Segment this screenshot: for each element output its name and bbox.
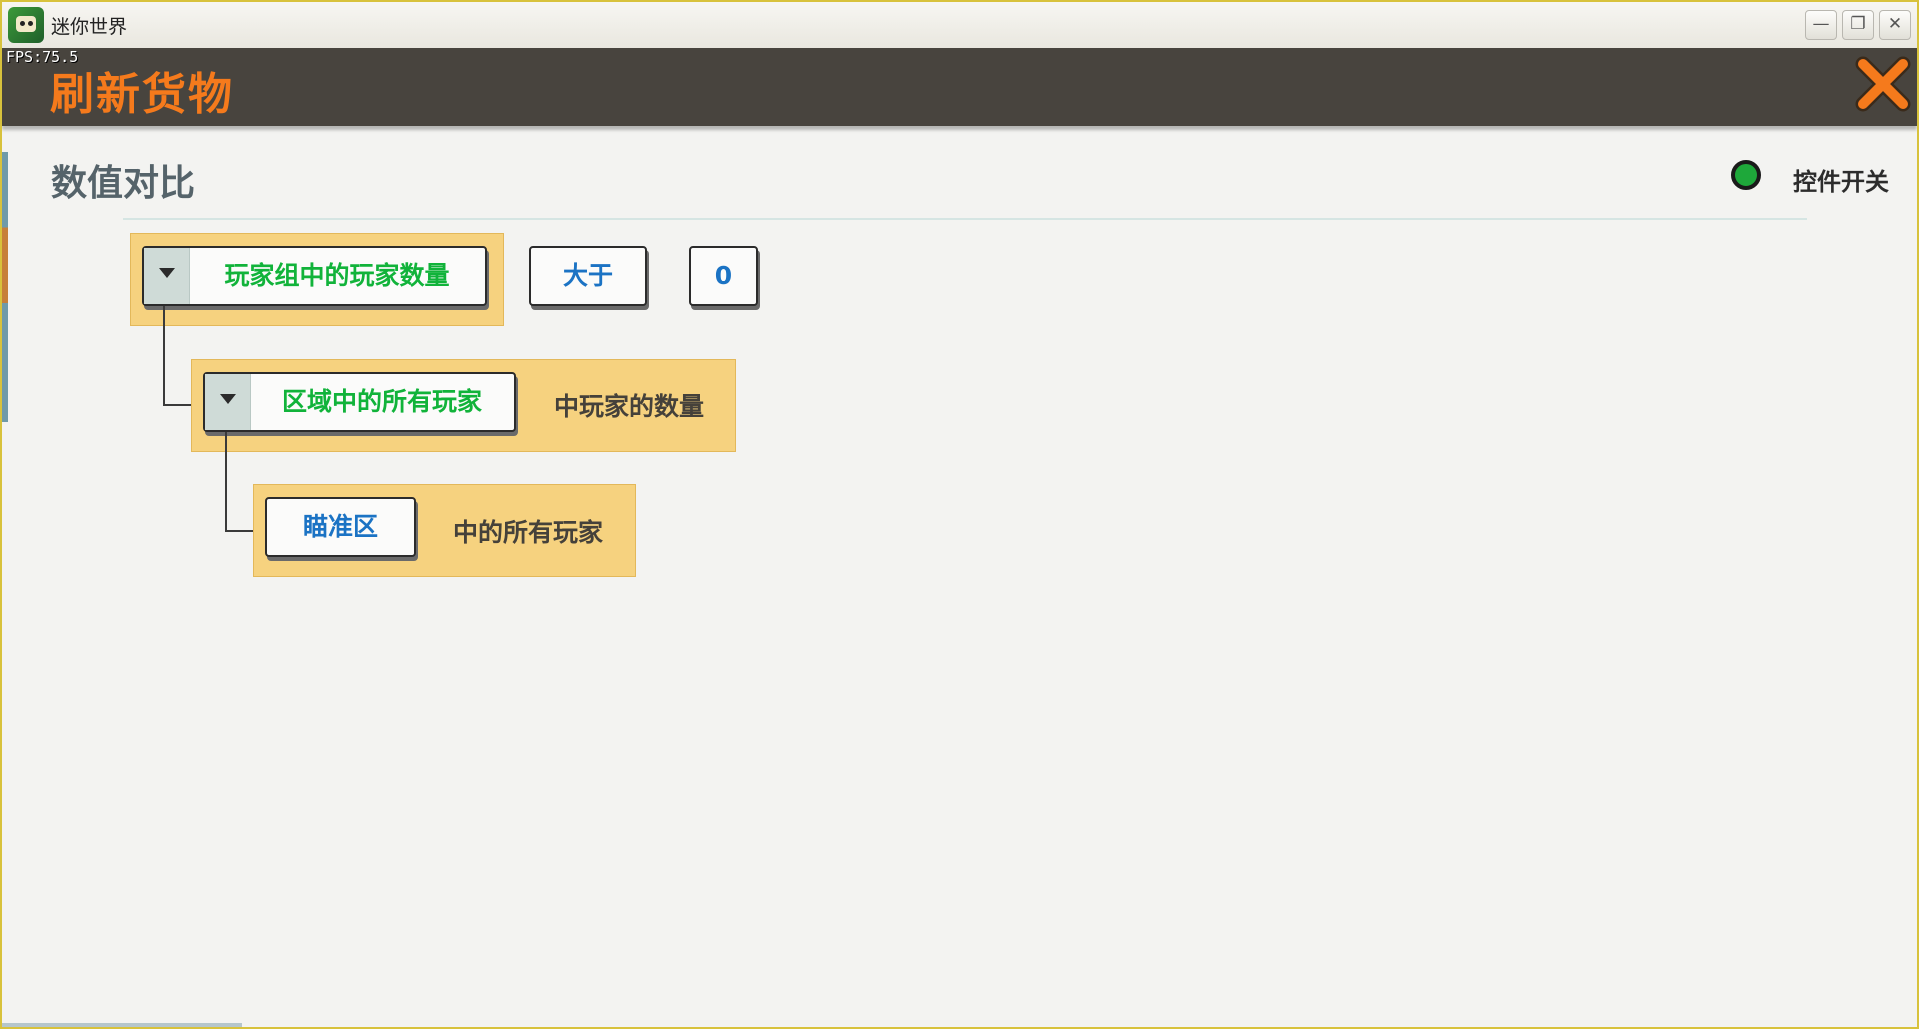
app-logo-icon [8, 7, 44, 43]
window-close-button[interactable]: ✕ [1879, 10, 1911, 40]
dropdown-label: 玩家组中的玩家数量 [224, 261, 450, 290]
row-2-suffix-text: 中玩家的数量 [554, 392, 705, 421]
row-3-suffix-text: 中的所有玩家 [453, 518, 604, 547]
dropdown-label: 区域中的所有玩家 [281, 387, 482, 416]
left-edge-decoration [2, 152, 8, 422]
restore-button[interactable]: ❐ [1842, 10, 1874, 40]
toggle-switch-indicator[interactable] [1731, 160, 1761, 190]
title-bar: 迷你世界 — ❐ ✕ [2, 2, 1917, 48]
fps-counter: FPS:75.5 [6, 48, 79, 66]
value-input[interactable]: 0 [689, 246, 758, 306]
divider [123, 218, 1807, 220]
panel-title: 刷新货物 [50, 69, 234, 120]
close-x-icon[interactable] [1855, 56, 1911, 112]
operator-button[interactable]: 大于 [529, 246, 647, 306]
minimize-button[interactable]: — [1805, 10, 1837, 40]
aim-area-button[interactable]: 瞄准区 [265, 497, 416, 557]
area-players-dropdown[interactable]: 区域中的所有玩家 [203, 372, 516, 432]
toggle-label: 控件开关 [1793, 168, 1889, 196]
panel-header: 刷新货物 [2, 48, 1917, 126]
player-count-dropdown[interactable]: 玩家组中的玩家数量 [142, 246, 487, 306]
app-title: 迷你世界 [51, 16, 128, 38]
dropdown-arrow-icon[interactable] [205, 374, 251, 430]
scrollbar[interactable] [2, 1023, 242, 1027]
app-window: 迷你世界 — ❐ ✕ FPS:75.5 刷新货物 数值对比 控件开关 玩家组中的… [0, 0, 1919, 1029]
dropdown-arrow-icon[interactable] [144, 248, 190, 304]
section-title: 数值对比 [51, 163, 196, 204]
